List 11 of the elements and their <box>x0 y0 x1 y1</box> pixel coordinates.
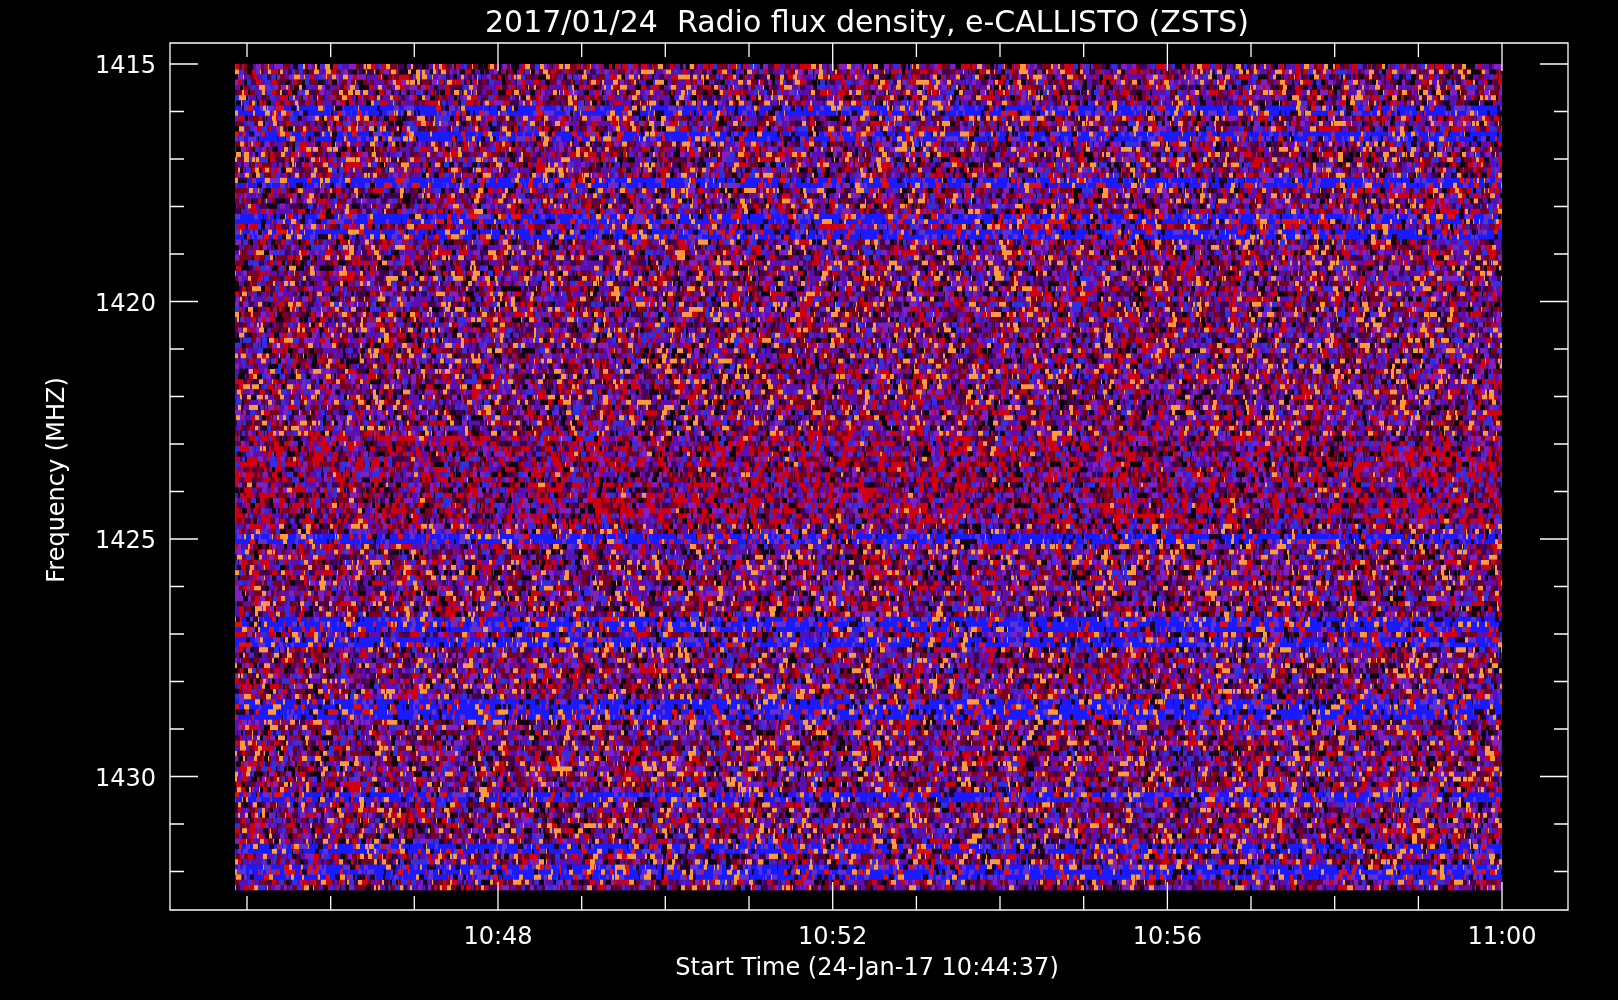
x-axis-label: Start Time (24-Jan-17 10:44:37) <box>675 953 1059 981</box>
tick-label: 11:00 <box>1467 922 1537 950</box>
y-axis-label: Frequency (MHZ) <box>42 377 70 583</box>
tick-label: 10:48 <box>463 922 533 950</box>
tick-label: 10:52 <box>798 922 868 950</box>
chart-title: 2017/01/24 Radio flux density, e-CALLISTO (ZSTS) <box>485 4 1249 39</box>
tick-label: 1415 <box>94 51 156 79</box>
tick-label: 1420 <box>94 288 156 317</box>
tick-label: 1430 <box>94 763 156 792</box>
tick-label: 1425 <box>94 526 156 554</box>
tick-label: 10:56 <box>1132 922 1202 950</box>
